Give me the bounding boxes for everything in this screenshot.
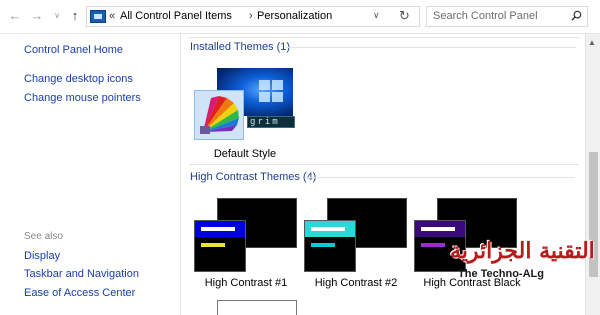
theme-label: High Contrast #1 — [204, 277, 288, 289]
chevron-down-icon[interactable]: ∨ — [50, 9, 64, 23]
theme-strip-text: grim — [250, 117, 280, 127]
overflow-chevron[interactable]: « — [109, 10, 115, 22]
control-panel-icon — [90, 10, 106, 23]
change-mouse-pointers-link[interactable]: Change mouse pointers — [24, 92, 141, 104]
change-desktop-icons-link[interactable]: Change desktop icons — [24, 73, 133, 85]
address-bar: ← → ∨ ↑ « All Control Panel Items › Pers… — [0, 0, 600, 34]
ease-of-access-link[interactable]: Ease of Access Center — [24, 287, 135, 299]
divider — [307, 177, 575, 178]
arrow-right-icon[interactable]: → — [30, 9, 44, 23]
theme-preview-front — [304, 220, 356, 272]
theme-label: High Contrast #2 — [314, 277, 398, 289]
chevron-right-icon[interactable]: › — [249, 10, 253, 22]
arrow-up-icon[interactable]: ↑ — [68, 9, 82, 23]
control-panel-home-link[interactable]: Control Panel Home — [24, 44, 123, 56]
vertical-scrollbar[interactable]: ▲ — [585, 34, 600, 315]
theme-high-contrast-white-partial[interactable] — [217, 300, 297, 315]
taskbar-navigation-link[interactable]: Taskbar and Navigation — [24, 268, 139, 280]
search-input[interactable]: Search Control Panel — [426, 6, 588, 27]
left-pane: Control Panel Home Change desktop icons … — [0, 34, 181, 315]
scroll-up-icon[interactable]: ▲ — [588, 38, 596, 47]
installed-themes-heading: Installed Themes (1) — [190, 41, 291, 53]
high-contrast-heading: High Contrast Themes (4) — [190, 171, 317, 183]
chevron-down-icon[interactable]: ∨ — [373, 10, 380, 21]
see-also-heading: See also — [24, 231, 63, 242]
breadcrumb-all-items[interactable]: All Control Panel Items — [120, 10, 232, 22]
color-palette-icon — [200, 96, 239, 134]
watermark-arabic: التقنية الجزائرية — [450, 238, 595, 264]
divider — [189, 164, 579, 165]
watermark-english: The Techno-ALg — [458, 268, 544, 280]
theme-strip: grim — [247, 116, 295, 128]
divider — [189, 37, 579, 38]
divider — [286, 47, 576, 48]
search-icon[interactable] — [571, 10, 582, 21]
theme-preview-front — [194, 220, 246, 272]
windows-logo-icon — [259, 80, 283, 102]
search-placeholder: Search Control Panel — [433, 10, 538, 22]
breadcrumb[interactable]: « All Control Panel Items › Personalizat… — [86, 6, 420, 27]
theme-label: Default Style — [213, 148, 277, 160]
refresh-icon[interactable]: ↻ — [399, 8, 410, 24]
breadcrumb-personalization[interactable]: Personalization — [257, 10, 332, 22]
arrow-left-icon[interactable]: ← — [8, 9, 22, 23]
display-link[interactable]: Display — [24, 250, 60, 262]
